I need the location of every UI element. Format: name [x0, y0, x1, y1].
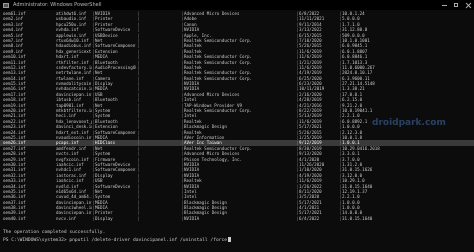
maximize-button[interactable]: [450, 0, 462, 10]
cell-provider-name: NVIDIA: [184, 215, 200, 221]
command-line[interactable]: PS C:\WINDOWS\system32> pnputil /delete-…: [3, 236, 232, 245]
close-button[interactable]: [462, 0, 474, 10]
window-controls: [438, 0, 474, 10]
title-bar[interactable]: Administrator: Windows PowerShell: [0, 0, 474, 10]
column-separator: |: [181, 215, 184, 221]
cell-class-name: Display: [95, 215, 113, 221]
column-separator: |: [92, 215, 95, 221]
column-separator: |: [339, 215, 342, 221]
console-footer: The operation completed successfully. PS…: [3, 230, 232, 245]
watermark: droidpark.com: [372, 118, 446, 128]
prompt-text: PS C:\WINDOWS\system32> pnputil /delete-…: [3, 237, 228, 243]
cell-original-name: nvcv.inf: [56, 215, 77, 221]
driver-list: oem61.inf atihdwt6.inf NVIDIA Advanced Micr…: [0, 11, 474, 221]
cell-published-name: oem40.inf: [3, 215, 26, 221]
text-cursor: [228, 236, 232, 242]
cell-driver-date: 6/4/2022: [299, 215, 320, 221]
powershell-icon: [3, 2, 9, 8]
cell-driver-version: 31.0.15.1640: [342, 215, 373, 221]
window-title: Administrator: Windows PowerShell: [13, 2, 102, 8]
terminal-window: Administrator: Windows PowerShell oem61.…: [0, 0, 474, 252]
column-separator: |: [296, 215, 299, 221]
table-row: oem40.inf nvcv.inf Display NVIDIA 6/4/2022 31…: [0, 216, 474, 221]
close-icon: [466, 3, 471, 8]
minimize-icon: [441, 4, 447, 6]
minimize-button[interactable]: [438, 0, 450, 10]
maximize-icon: [454, 3, 458, 7]
column-separator: |: [137, 215, 140, 221]
